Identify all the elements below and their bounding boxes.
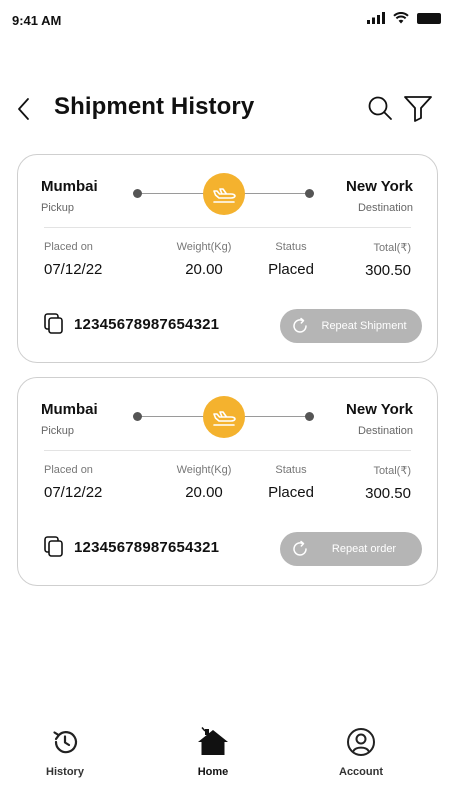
destination-city: New York — [346, 401, 413, 418]
tracking-row: 12345678987654321 — [44, 536, 219, 558]
nav-label-account: Account — [339, 766, 383, 778]
filter-button[interactable] — [403, 94, 433, 122]
route-end-dot — [305, 189, 314, 198]
placed-on-field: Placed on 07/12/22 — [44, 464, 102, 501]
placed-on-field: Placed on 07/12/22 — [44, 241, 102, 278]
bottom-nav: History Home Account — [0, 716, 451, 800]
total-label: Total(₹) — [373, 465, 411, 477]
placed-on-value: 07/12/22 — [44, 261, 103, 278]
weight-label: Weight(Kg) — [176, 241, 232, 253]
destination-label: Destination — [357, 202, 413, 214]
plane-badge — [203, 173, 245, 215]
chevron-left-icon — [18, 98, 29, 120]
status-label: Status — [275, 241, 307, 253]
route-indicator — [133, 173, 314, 215]
status-time: 9:41 AM — [12, 13, 62, 28]
nav-label-history: History — [46, 766, 84, 778]
weight-field: Weight(Kg) 20.00 — [164, 241, 244, 278]
repeat-order-button[interactable]: Repeat order — [280, 532, 422, 566]
status-value: Placed — [268, 484, 314, 501]
weight-value: 20.00 — [185, 484, 223, 501]
total-label: Total(₹) — [373, 242, 411, 254]
nav-label-home: Home — [197, 766, 229, 778]
total-field: Total(₹) 300.50 — [365, 241, 411, 279]
copy-button[interactable] — [44, 313, 64, 335]
refresh-icon — [290, 539, 310, 559]
filter-icon — [404, 96, 432, 122]
status-value: Placed — [268, 261, 314, 278]
nav-item-account[interactable]: Account — [316, 726, 406, 778]
home-icon — [168, 726, 258, 758]
weight-field: Weight(Kg) 20.00 — [164, 464, 244, 501]
weight-label: Weight(Kg) — [176, 464, 232, 476]
account-icon — [316, 726, 406, 758]
plane-badge — [203, 396, 245, 438]
nav-item-history[interactable]: History — [20, 726, 110, 778]
route-indicator — [133, 396, 314, 438]
airplane-icon — [213, 188, 236, 203]
back-button[interactable] — [12, 94, 36, 124]
destination-city: New York — [346, 178, 413, 195]
wifi-icon — [393, 12, 409, 24]
shipment-card[interactable]: Mumbai Pickup New York Destination Place… — [17, 154, 438, 363]
search-button[interactable] — [366, 94, 394, 122]
tracking-number: 12345678987654321 — [74, 315, 220, 333]
divider — [44, 450, 411, 451]
total-value: 300.50 — [365, 485, 411, 502]
status-icons — [367, 12, 441, 24]
route-start-dot — [133, 189, 142, 198]
tracking-number: 12345678987654321 — [74, 538, 220, 556]
repeat-button-label: Repeat Shipment — [321, 320, 407, 332]
origin-label: Pickup — [41, 202, 75, 214]
origin-city: Mumbai — [41, 178, 98, 195]
total-field: Total(₹) 300.50 — [365, 464, 411, 502]
origin-label: Pickup — [41, 425, 75, 437]
page-title: Shipment History — [54, 93, 255, 120]
copy-icon — [44, 536, 63, 557]
tracking-row: 12345678987654321 — [44, 313, 219, 335]
status-field: Status Placed — [256, 241, 326, 278]
placed-on-value: 07/12/22 — [44, 484, 103, 501]
total-value: 300.50 — [365, 262, 411, 279]
weight-value: 20.00 — [185, 261, 223, 278]
header: Shipment History — [0, 88, 451, 130]
copy-button[interactable] — [44, 536, 64, 558]
repeat-button-label: Repeat order — [331, 543, 397, 555]
origin-city: Mumbai — [41, 401, 98, 418]
placed-on-label: Placed on — [44, 241, 93, 253]
refresh-icon — [290, 316, 310, 336]
copy-icon — [44, 313, 63, 334]
shipment-card[interactable]: Mumbai Pickup New York Destination Place… — [17, 377, 438, 586]
placed-on-label: Placed on — [44, 464, 93, 476]
status-label: Status — [275, 464, 307, 476]
signal-icon — [367, 12, 385, 24]
airplane-icon — [213, 411, 236, 426]
status-field: Status Placed — [256, 464, 326, 501]
route-start-dot — [133, 412, 142, 421]
search-icon — [368, 96, 392, 120]
history-icon — [20, 726, 110, 758]
nav-item-home[interactable]: Home — [168, 726, 258, 778]
route-end-dot — [305, 412, 314, 421]
battery-icon — [417, 12, 441, 24]
repeat-shipment-button[interactable]: Repeat Shipment — [280, 309, 422, 343]
destination-label: Destination — [357, 425, 413, 437]
status-bar: 9:41 AM — [0, 0, 451, 40]
divider — [44, 227, 411, 228]
